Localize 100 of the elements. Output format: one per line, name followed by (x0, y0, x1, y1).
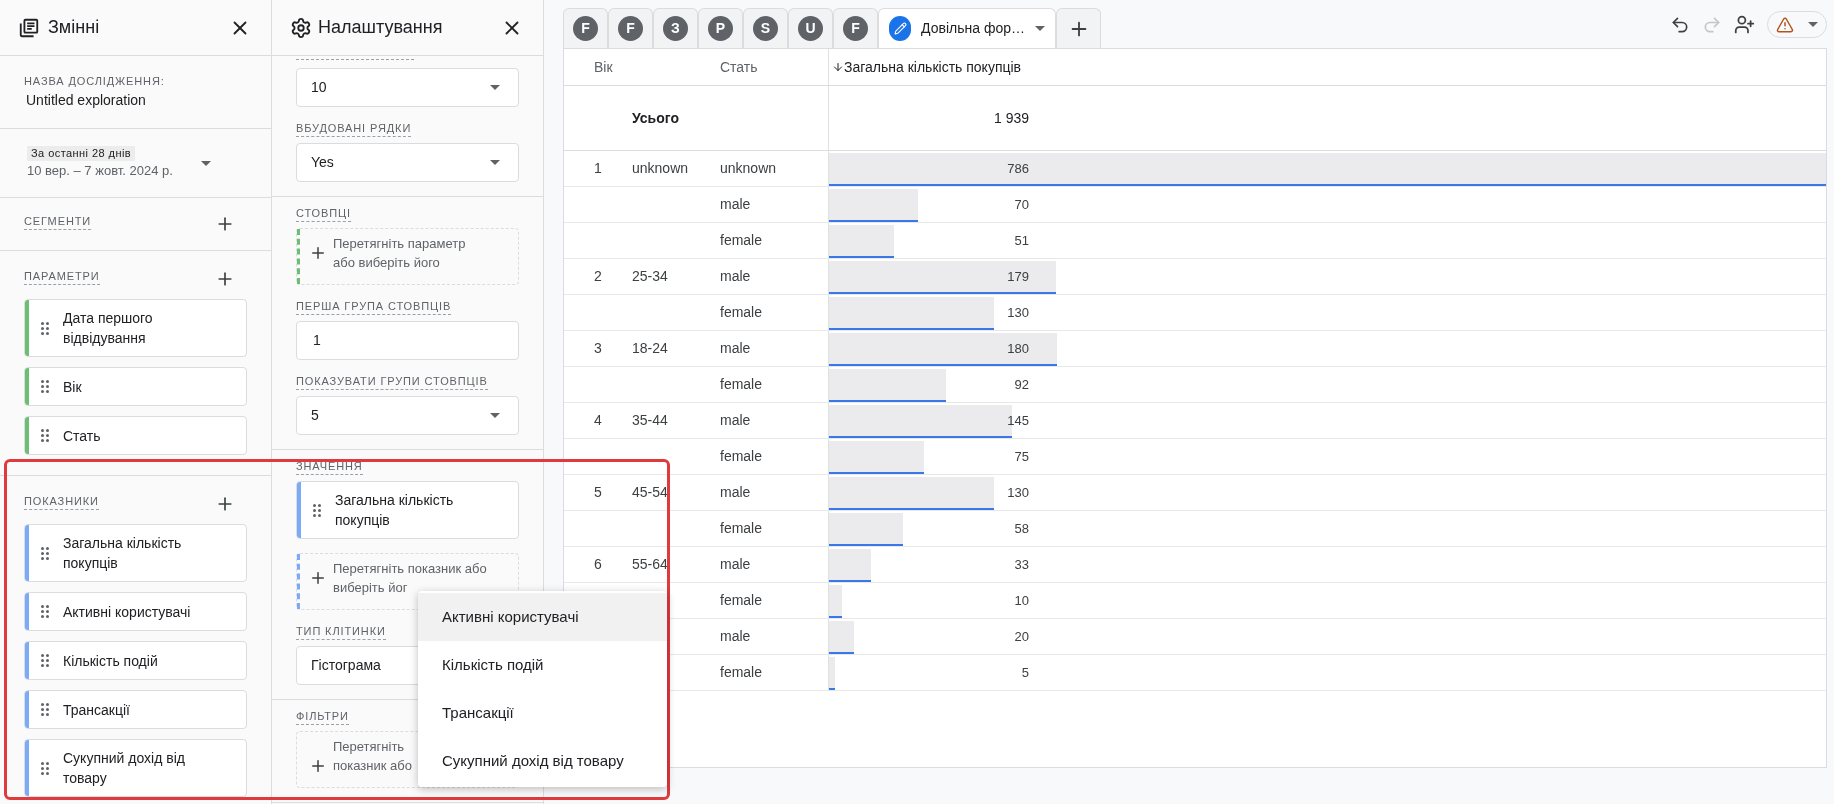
column-header[interactable]: Стать (720, 56, 758, 78)
add-user-icon (1734, 14, 1755, 35)
exploration-tab[interactable]: Довільна фор… (878, 8, 1056, 48)
table-cell-text: unknown (632, 159, 689, 178)
table-cell-text: 5 (1020, 663, 1029, 682)
table-cell-text: male (720, 627, 751, 646)
add-tab-button[interactable] (1056, 8, 1101, 48)
add-user-button[interactable] (1734, 14, 1755, 35)
table-cell-text: female (720, 447, 763, 466)
table-cell-text: 33 (1013, 555, 1029, 574)
table-cell-text: 179 (1006, 267, 1029, 286)
section-label: ВБУДОВАНІ РЯДКИ (296, 121, 412, 137)
table-cell-text: female (720, 519, 763, 538)
dropdown-arrow-icon (490, 413, 500, 418)
dimension-chip[interactable]: Вік (24, 367, 247, 406)
exploration-name[interactable]: Untitled exploration (24, 90, 247, 111)
caret-icon (1808, 22, 1818, 27)
section-label: ПОКАЗНИКИ (24, 494, 99, 510)
sort-arrow-icon (832, 61, 844, 73)
menu-item[interactable]: Сукупний дохід від товару (418, 737, 667, 785)
number-input[interactable]: 1 (296, 321, 519, 360)
plus-icon (309, 569, 327, 587)
section-label: ФІЛЬТРИ (296, 709, 349, 725)
undo-button[interactable] (1670, 14, 1690, 35)
exploration-tab[interactable]: S (743, 8, 788, 48)
drag-handle-icon (41, 605, 49, 618)
table-cell-text: male (720, 267, 751, 286)
section-label: НАЗВА ДОСЛІДЖЕННЯ: (24, 74, 166, 88)
table-cell-text: 55-64 (632, 555, 668, 574)
table-cell-text: 92 (1013, 375, 1029, 394)
drag-handle-icon (41, 654, 49, 667)
section-label: ПАРАМЕТРИ (24, 269, 100, 285)
metric-chip[interactable]: Активні користувачі (24, 592, 247, 631)
row-number: 4 (594, 411, 602, 430)
row-number: 5 (594, 483, 602, 502)
table-cell-text: female (720, 663, 763, 682)
table-cell-text: male (720, 339, 751, 358)
section-label: ПОКАЗУВАТИ ГРУПИ СТОВПЦІВ (296, 374, 488, 390)
totals-value: 1 939 (992, 108, 1029, 128)
row-number: 2 (594, 267, 602, 286)
table-cell-text: male (720, 555, 751, 574)
table-cell-text: female (720, 303, 763, 322)
exploration-tab[interactable]: F (608, 8, 653, 48)
drag-handle-icon (313, 503, 321, 517)
dimension-chip[interactable]: Дата першого відвідування (24, 299, 247, 357)
drag-handle-icon (41, 761, 49, 775)
exploration-tab[interactable]: F (563, 8, 608, 48)
drag-handle-icon (41, 380, 49, 393)
column-header[interactable]: Вік (594, 56, 613, 78)
section-label: ЗНАЧЕННЯ (296, 459, 363, 475)
section-label: СЕГМЕНТИ (24, 214, 92, 230)
document-list-icon (18, 16, 40, 39)
row-number: 3 (594, 339, 602, 358)
drag-handle-icon (41, 321, 49, 335)
menu-item[interactable]: Трансакції (418, 689, 667, 737)
table-cell-text: 10 (1013, 591, 1029, 610)
dropdown-arrow-icon (490, 85, 500, 90)
menu-item[interactable]: Активні користувачі (418, 593, 667, 641)
table-cell-text: 786 (1006, 159, 1029, 178)
plus-icon (309, 757, 327, 775)
dropdown-arrow-icon (490, 160, 500, 165)
panel-title: Налаштування (318, 16, 444, 39)
select-field[interactable]: 10 (296, 68, 519, 107)
select-field[interactable]: 5 (296, 396, 519, 435)
drop-zone[interactable]: Перетягніть параметр або виберіть його (296, 228, 519, 285)
section-label: СТОВПЦІ (296, 206, 351, 222)
exploration-tab[interactable]: P (698, 8, 743, 48)
table-cell-text: 130 (1006, 303, 1029, 322)
metric-chip[interactable]: Загальна кількість покупців (296, 481, 519, 539)
drag-handle-icon (41, 703, 49, 716)
table-cell-text: 58 (1013, 519, 1029, 538)
table-cell-text: unknown (720, 159, 777, 178)
metric-chip[interactable]: Загальна кількість покупців (24, 524, 247, 582)
exploration-tab[interactable]: U (788, 8, 833, 48)
undo-icon (1670, 14, 1690, 35)
dimension-chip[interactable]: Стать (24, 416, 247, 455)
date-range-selector[interactable]: За останні 28 днів 10 вер. – 7 жовт. 2024 р. (27, 145, 211, 181)
exploration-tab[interactable]: З (653, 8, 698, 48)
column-header[interactable]: Загальна кількість покупців (832, 56, 1022, 78)
table-cell-text: 145 (1006, 411, 1029, 430)
metric-chip[interactable]: Кількість подій (24, 641, 247, 680)
section-label: ПЕРША ГРУПА СТОВПЦІВ (296, 299, 452, 315)
settings-icon (290, 16, 312, 39)
table-cell-text: 18-24 (632, 339, 668, 358)
caret-icon (1035, 26, 1045, 31)
menu-item[interactable]: Кількість подій (418, 641, 667, 689)
table-cell-text: 51 (1013, 231, 1029, 250)
table-cell-text: male (720, 483, 751, 502)
table-cell-text: female (720, 231, 763, 250)
row-number: 6 (594, 555, 602, 574)
exploration-tab[interactable]: F (833, 8, 878, 48)
pencil-icon (893, 22, 907, 35)
redo-icon (1702, 14, 1722, 35)
drag-handle-icon (41, 546, 49, 560)
metric-chip[interactable]: Трансакції (24, 690, 247, 729)
caret-icon (200, 160, 211, 166)
table-cell-text: male (720, 411, 751, 430)
metric-chip[interactable]: Сукупний дохід від товару (24, 739, 247, 797)
table-cell-text: 25-34 (632, 267, 668, 286)
select-field[interactable]: Yes (296, 143, 519, 182)
